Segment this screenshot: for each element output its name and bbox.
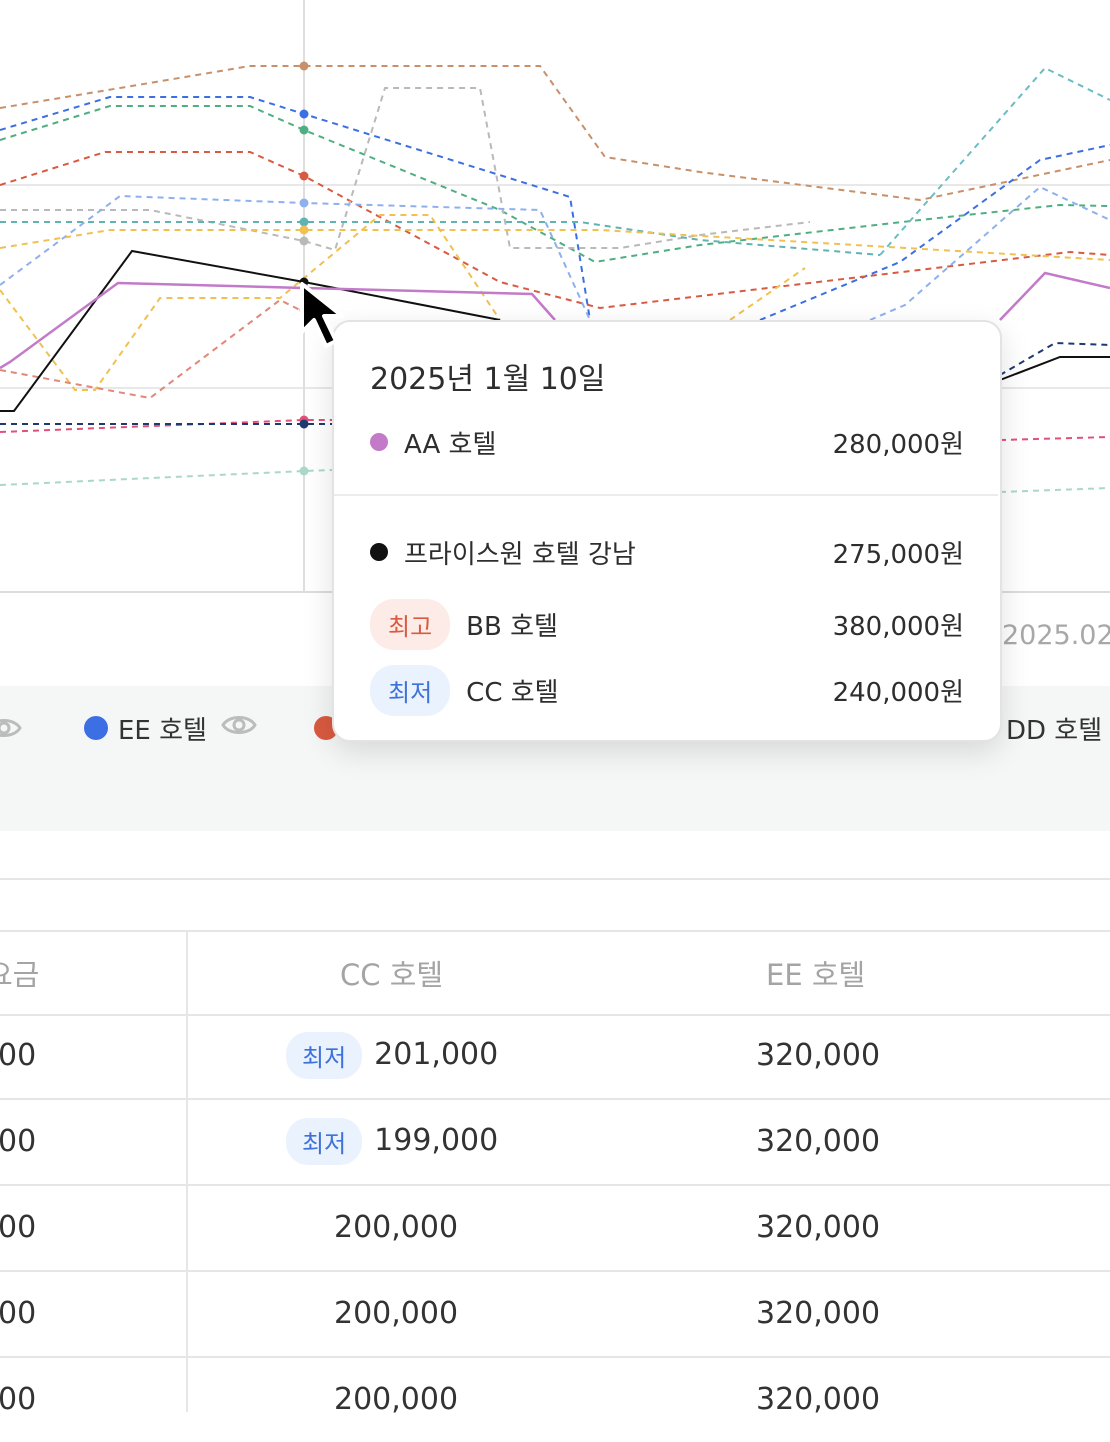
column-header-ee[interactable]: EE 호텔	[766, 952, 865, 994]
tooltip-row-primary: AA 호텔 280,000원	[370, 422, 964, 462]
table-cell: 00	[0, 1382, 37, 1417]
data-point	[299, 61, 309, 71]
price-table: 요금 CC 호텔 EE 호텔 00 최저 201,000 320,000 00 최…	[0, 878, 1110, 1417]
data-point	[299, 109, 309, 119]
table-cell-ee: 320,000	[756, 1038, 881, 1073]
tooltip-hotel-name: 프라이스원 호텔 강남	[404, 539, 636, 570]
table-row: 00 최저 199,000 320,000	[0, 1100, 1110, 1186]
table-cell-cc: 200,000	[334, 1296, 459, 1331]
table-row: 00 최저 201,000 320,000	[0, 1014, 1110, 1100]
series-line-mint	[0, 469, 333, 486]
mouse-cursor-icon	[298, 282, 364, 356]
table-cell: 00	[0, 1296, 37, 1331]
table-cell-ee: 320,000	[756, 1296, 881, 1331]
tooltip-price: 380,000원	[832, 611, 964, 642]
tooltip-date: 2025년 1월 10일	[370, 362, 606, 397]
series-line-salmon	[0, 298, 321, 400]
series-line-pink	[0, 419, 332, 433]
data-point	[299, 171, 309, 181]
tooltip-hotel-name: CC 호텔	[466, 677, 559, 708]
table-cell: 00	[0, 1124, 37, 1159]
series-line-yellow-3	[729, 267, 806, 321]
column-header-cc[interactable]: CC 호텔	[340, 952, 443, 994]
column-divider	[186, 930, 188, 1412]
table-cell-cc: 200,000	[334, 1210, 459, 1245]
series-dot	[370, 433, 388, 451]
legend-item-dd[interactable]: DD 호텔	[1006, 708, 1102, 748]
x-axis-tick-label: 2025.02	[1002, 620, 1110, 651]
tooltip-row: 프라이스원 호텔 강남 275,000원	[370, 532, 964, 572]
table-cell-ee: 320,000	[756, 1210, 881, 1245]
data-point	[299, 236, 309, 246]
cell-value: 199,000	[374, 1123, 499, 1158]
tooltip-row: 최저 CC 호텔 240,000원	[370, 664, 964, 716]
data-point	[299, 466, 309, 476]
table-header: 요금 CC 호텔 EE 호텔	[0, 930, 1110, 1016]
tooltip-price: 240,000원	[832, 677, 964, 708]
table-row: 00 200,000 320,000	[0, 1272, 1110, 1358]
column-header[interactable]: 요금	[0, 952, 39, 994]
legend-label: DD 호텔	[1006, 715, 1103, 746]
tooltip-hotel-name: BB 호텔	[466, 611, 558, 642]
highest-badge: 최고	[370, 598, 451, 650]
chart-tooltip: 2025년 1월 10일 AA 호텔 280,000원 프라이스원 호텔 강남 …	[332, 320, 1002, 742]
data-point	[299, 217, 309, 227]
table-cell-ee: 320,000	[756, 1382, 881, 1417]
cell-value: 201,000	[374, 1037, 499, 1072]
series-line-aa-right	[999, 271, 1110, 321]
lowest-badge: 최저	[286, 1032, 363, 1079]
series-line-priceone-right	[999, 356, 1110, 381]
table-cell-cc: 최저 199,000	[286, 1118, 498, 1165]
tooltip-price: 275,000원	[832, 539, 964, 570]
table-cell-ee: 320,000	[756, 1124, 881, 1159]
legend-label: EE 호텔	[118, 715, 207, 746]
data-point	[299, 198, 309, 208]
tooltip-divider	[334, 494, 998, 496]
series-line-mint-right	[999, 487, 1110, 493]
legend-dot	[84, 716, 108, 740]
tooltip-row: 최고 BB 호텔 380,000원	[370, 598, 964, 650]
series-dot	[370, 543, 388, 561]
table-cell-cc: 200,000	[334, 1382, 459, 1417]
series-line-tan	[0, 65, 1110, 202]
data-point	[299, 125, 309, 135]
table-cell: 00	[0, 1038, 37, 1073]
data-point	[299, 419, 309, 429]
eye-icon[interactable]	[221, 713, 257, 744]
tooltip-price: 280,000원	[832, 429, 964, 460]
lowest-badge: 최저	[370, 664, 451, 716]
eye-icon[interactable]	[0, 716, 22, 744]
tooltip-hotel-name: AA 호텔	[404, 429, 497, 460]
data-point	[299, 225, 309, 235]
series-line-pink-right	[999, 436, 1110, 441]
table-row: 00 200,000 320,000	[0, 1358, 1110, 1442]
series-line-grey	[0, 87, 811, 252]
table-cell-cc: 최저 201,000	[286, 1032, 498, 1079]
lowest-badge: 최저	[286, 1118, 363, 1165]
table-row: 00 200,000 320,000	[0, 1186, 1110, 1272]
table-cell: 00	[0, 1210, 37, 1245]
series-line-lightblue	[0, 194, 591, 321]
legend-item-ee[interactable]: EE 호텔	[84, 708, 257, 748]
